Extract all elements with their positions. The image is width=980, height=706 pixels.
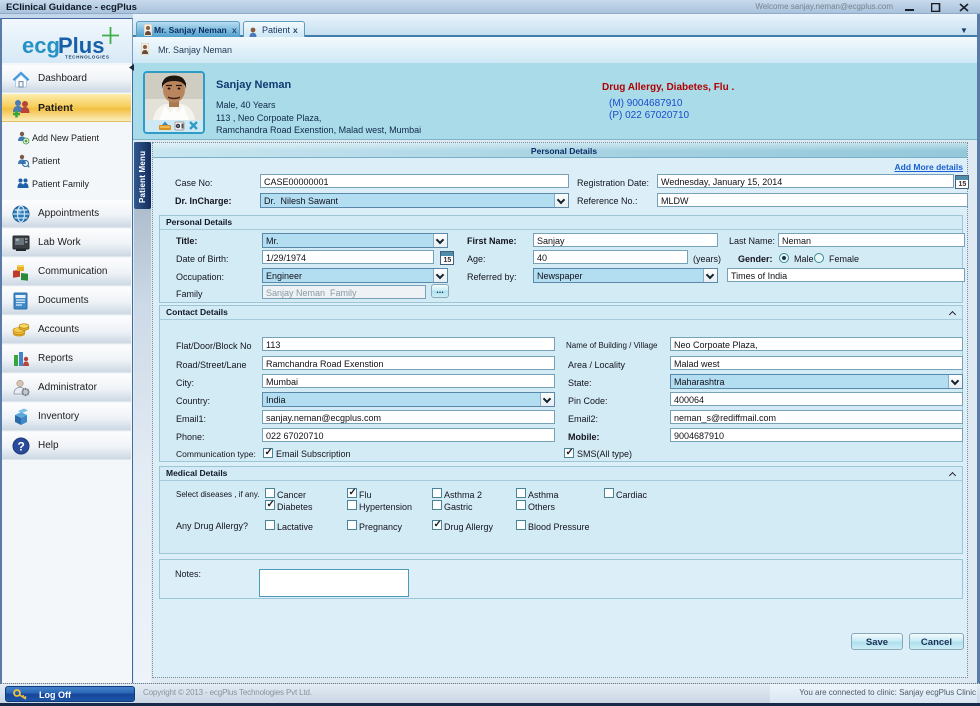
svg-text:ecg: ecg	[22, 33, 60, 58]
svg-text:?: ?	[18, 440, 25, 454]
svg-text:TECHNOLOGIES: TECHNOLOGIES	[65, 55, 110, 60]
